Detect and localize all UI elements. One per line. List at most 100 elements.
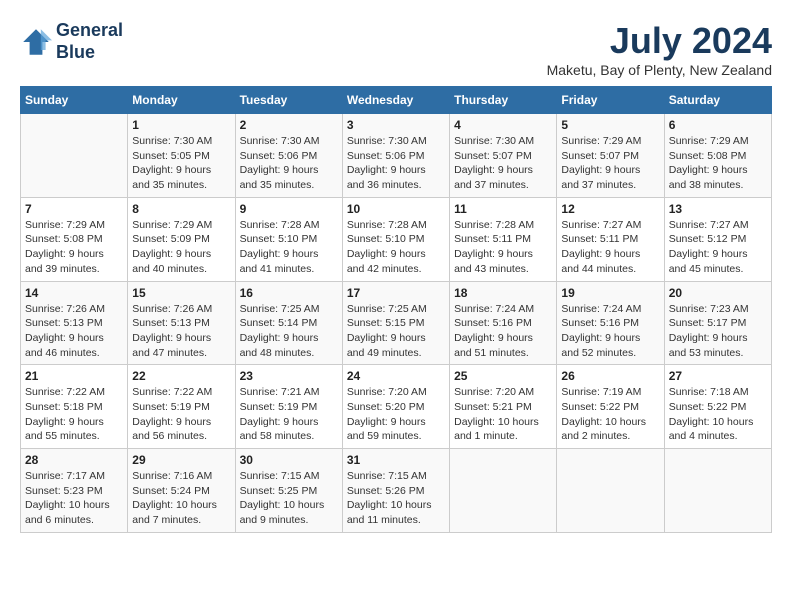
calendar-day-cell: 15 Sunrise: 7:26 AM Sunset: 5:13 PM Dayli… [128,281,235,365]
calendar-day-cell: 8 Sunrise: 7:29 AM Sunset: 5:09 PM Daylig… [128,197,235,281]
day-info: Sunrise: 7:26 AM Sunset: 5:13 PM Dayligh… [132,302,230,361]
calendar-week-row: 28 Sunrise: 7:17 AM Sunset: 5:23 PM Dayli… [21,449,772,533]
day-info: Sunrise: 7:29 AM Sunset: 5:08 PM Dayligh… [25,218,123,277]
day-number: 5 [561,118,659,132]
day-info: Sunrise: 7:24 AM Sunset: 5:16 PM Dayligh… [454,302,552,361]
calendar-day-cell: 14Sunrise: 7:26 AM Sunset: 5:13 PM Dayli… [21,281,128,365]
day-info: Sunrise: 7:26 AM Sunset: 5:13 PM Dayligh… [25,302,123,361]
calendar-day-cell: 3 Sunrise: 7:30 AM Sunset: 5:06 PM Daylig… [342,114,449,198]
calendar-day-cell: 29 Sunrise: 7:16 AM Sunset: 5:24 PM Dayli… [128,449,235,533]
calendar-day-cell: 7 Sunrise: 7:29 AM Sunset: 5:08 PM Daylig… [21,197,128,281]
day-number: 20 [669,286,767,300]
day-of-week-header: Saturday [664,87,771,114]
calendar-day-cell: 13 Sunrise: 7:27 AM Sunset: 5:12 PM Dayli… [664,197,771,281]
calendar-day-cell: 26 Sunrise: 7:19 AM Sunset: 5:22 PM Dayli… [557,365,664,449]
day-info: Sunrise: 7:23 AM Sunset: 5:17 PM Dayligh… [669,302,767,361]
calendar-day-cell: 25 Sunrise: 7:20 AM Sunset: 5:21 PM Dayli… [450,365,557,449]
day-number: 15 [132,286,230,300]
month-year-title: July 2024 [547,20,772,62]
calendar-day-cell: 1Sunrise: 7:30 AM Sunset: 5:05 PM Daylig… [128,114,235,198]
day-info: Sunrise: 7:27 AM Sunset: 5:12 PM Dayligh… [669,218,767,277]
calendar-day-cell: 4 Sunrise: 7:30 AM Sunset: 5:07 PM Daylig… [450,114,557,198]
title-block: July 2024 Maketu, Bay of Plenty, New Zea… [547,20,772,78]
calendar-table: SundayMondayTuesdayWednesdayThursdayFrid… [20,86,772,533]
day-info: Sunrise: 7:20 AM Sunset: 5:20 PM Dayligh… [347,385,445,444]
day-number: 12 [561,202,659,216]
day-number: 19 [561,286,659,300]
day-number: 29 [132,453,230,467]
calendar-header-row: SundayMondayTuesdayWednesdayThursdayFrid… [21,87,772,114]
calendar-day-cell: 12 Sunrise: 7:27 AM Sunset: 5:11 PM Dayli… [557,197,664,281]
day-info: Sunrise: 7:22 AM Sunset: 5:18 PM Dayligh… [25,385,123,444]
day-of-week-header: Tuesday [235,87,342,114]
day-number: 6 [669,118,767,132]
day-number: 21 [25,369,123,383]
day-info: Sunrise: 7:30 AM Sunset: 5:06 PM Dayligh… [347,134,445,193]
calendar-day-cell: 30Sunrise: 7:15 AM Sunset: 5:25 PM Dayli… [235,449,342,533]
day-number: 2 [240,118,338,132]
day-info: Sunrise: 7:25 AM Sunset: 5:15 PM Dayligh… [347,302,445,361]
day-number: 16 [240,286,338,300]
day-number: 17 [347,286,445,300]
day-number: 18 [454,286,552,300]
calendar-day-cell: 22 Sunrise: 7:22 AM Sunset: 5:19 PM Dayli… [128,365,235,449]
calendar-day-cell [21,114,128,198]
calendar-day-cell: 10Sunrise: 7:28 AM Sunset: 5:10 PM Dayli… [342,197,449,281]
day-of-week-header: Thursday [450,87,557,114]
day-number: 24 [347,369,445,383]
day-info: Sunrise: 7:17 AM Sunset: 5:23 PM Dayligh… [25,469,123,528]
calendar-day-cell: 19 Sunrise: 7:24 AM Sunset: 5:16 PM Dayli… [557,281,664,365]
day-number: 27 [669,369,767,383]
day-info: Sunrise: 7:29 AM Sunset: 5:09 PM Dayligh… [132,218,230,277]
calendar-week-row: 7 Sunrise: 7:29 AM Sunset: 5:08 PM Daylig… [21,197,772,281]
calendar-day-cell: 11Sunrise: 7:28 AM Sunset: 5:11 PM Dayli… [450,197,557,281]
calendar-day-cell [664,449,771,533]
day-info: Sunrise: 7:15 AM Sunset: 5:26 PM Dayligh… [347,469,445,528]
day-number: 4 [454,118,552,132]
day-info: Sunrise: 7:22 AM Sunset: 5:19 PM Dayligh… [132,385,230,444]
logo-text: General Blue [56,20,123,63]
day-info: Sunrise: 7:24 AM Sunset: 5:16 PM Dayligh… [561,302,659,361]
day-number: 3 [347,118,445,132]
calendar-week-row: 14Sunrise: 7:26 AM Sunset: 5:13 PM Dayli… [21,281,772,365]
day-number: 1 [132,118,230,132]
day-of-week-header: Friday [557,87,664,114]
calendar-day-cell: 27 Sunrise: 7:18 AM Sunset: 5:22 PM Dayli… [664,365,771,449]
day-of-week-header: Monday [128,87,235,114]
calendar-day-cell: 24 Sunrise: 7:20 AM Sunset: 5:20 PM Dayli… [342,365,449,449]
day-number: 7 [25,202,123,216]
day-number: 8 [132,202,230,216]
calendar-day-cell: 5 Sunrise: 7:29 AM Sunset: 5:07 PM Daylig… [557,114,664,198]
calendar-day-cell: 21 Sunrise: 7:22 AM Sunset: 5:18 PM Dayli… [21,365,128,449]
day-number: 30 [240,453,338,467]
day-info: Sunrise: 7:20 AM Sunset: 5:21 PM Dayligh… [454,385,552,444]
calendar-day-cell: 20 Sunrise: 7:23 AM Sunset: 5:17 PM Dayli… [664,281,771,365]
day-info: Sunrise: 7:25 AM Sunset: 5:14 PM Dayligh… [240,302,338,361]
day-info: Sunrise: 7:30 AM Sunset: 5:07 PM Dayligh… [454,134,552,193]
day-info: Sunrise: 7:19 AM Sunset: 5:22 PM Dayligh… [561,385,659,444]
day-info: Sunrise: 7:29 AM Sunset: 5:08 PM Dayligh… [669,134,767,193]
day-info: Sunrise: 7:28 AM Sunset: 5:10 PM Dayligh… [347,218,445,277]
calendar-day-cell: 17 Sunrise: 7:25 AM Sunset: 5:15 PM Dayli… [342,281,449,365]
day-number: 26 [561,369,659,383]
calendar-week-row: 21 Sunrise: 7:22 AM Sunset: 5:18 PM Dayli… [21,365,772,449]
day-info: Sunrise: 7:16 AM Sunset: 5:24 PM Dayligh… [132,469,230,528]
day-info: Sunrise: 7:27 AM Sunset: 5:11 PM Dayligh… [561,218,659,277]
logo-icon [20,26,52,58]
day-info: Sunrise: 7:30 AM Sunset: 5:06 PM Dayligh… [240,134,338,193]
calendar-day-cell: 2 Sunrise: 7:30 AM Sunset: 5:06 PM Daylig… [235,114,342,198]
day-info: Sunrise: 7:28 AM Sunset: 5:11 PM Dayligh… [454,218,552,277]
logo: General Blue [20,20,123,63]
calendar-week-row: 1Sunrise: 7:30 AM Sunset: 5:05 PM Daylig… [21,114,772,198]
calendar-day-cell: 18 Sunrise: 7:24 AM Sunset: 5:16 PM Dayli… [450,281,557,365]
day-info: Sunrise: 7:21 AM Sunset: 5:19 PM Dayligh… [240,385,338,444]
day-number: 25 [454,369,552,383]
day-number: 22 [132,369,230,383]
day-info: Sunrise: 7:18 AM Sunset: 5:22 PM Dayligh… [669,385,767,444]
day-number: 13 [669,202,767,216]
day-number: 23 [240,369,338,383]
day-number: 9 [240,202,338,216]
day-number: 28 [25,453,123,467]
day-info: Sunrise: 7:29 AM Sunset: 5:07 PM Dayligh… [561,134,659,193]
day-number: 31 [347,453,445,467]
